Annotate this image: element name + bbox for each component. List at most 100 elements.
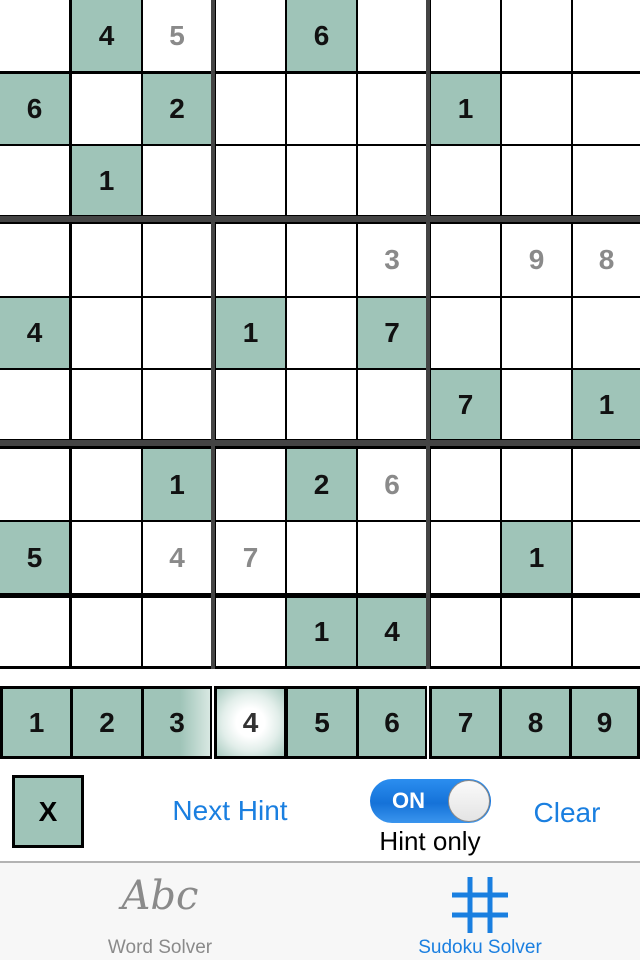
grid-cell-r6c2[interactable] — [72, 370, 141, 439]
abc-icon: Abc — [121, 873, 199, 919]
grid-cell-r2c5[interactable] — [287, 74, 356, 144]
grid-cell-r9c9[interactable] — [573, 598, 640, 666]
grid-cell-r7c9[interactable] — [573, 449, 640, 520]
grid-cell-r2c9[interactable] — [573, 74, 640, 144]
grid-cell-r7c4[interactable] — [216, 449, 285, 520]
grid-cell-r8c2[interactable] — [72, 522, 141, 593]
grid-cell-r3c7[interactable] — [431, 146, 500, 215]
number-key-5[interactable]: 5 — [288, 689, 356, 756]
number-key-9[interactable]: 9 — [572, 689, 637, 756]
grid-cell-r6c4[interactable] — [216, 370, 285, 439]
grid-cell-r8c1[interactable]: 5 — [0, 522, 69, 593]
grid-cell-r2c3[interactable]: 2 — [143, 74, 211, 144]
grid-cell-r6c7[interactable]: 7 — [431, 370, 500, 439]
next-hint-button[interactable]: Next Hint — [160, 790, 300, 832]
grid-cell-r7c5[interactable]: 2 — [287, 449, 356, 520]
grid-cell-r2c6[interactable] — [358, 74, 426, 144]
grid-cell-r3c6[interactable] — [358, 146, 426, 215]
grid-cell-r5c4[interactable]: 1 — [216, 298, 285, 368]
grid-cell-r4c5[interactable] — [287, 224, 356, 296]
grid-cell-r4c3[interactable] — [143, 224, 211, 296]
grid-cell-r4c1[interactable] — [0, 224, 69, 296]
grid-cell-r5c9[interactable] — [573, 298, 640, 368]
grid-cell-r1c7[interactable] — [431, 0, 500, 71]
grid-cell-r1c4[interactable] — [216, 0, 285, 71]
grid-cell-r3c4[interactable] — [216, 146, 285, 215]
box-divider — [0, 216, 640, 222]
grid-cell-r2c7[interactable]: 1 — [431, 74, 500, 144]
grid-cell-r5c8[interactable] — [502, 298, 571, 368]
grid-cell-r9c7[interactable] — [431, 598, 500, 666]
grid-cell-r2c2[interactable] — [72, 74, 141, 144]
grid-cell-r9c8[interactable] — [502, 598, 571, 666]
grid-cell-r9c6[interactable]: 4 — [358, 598, 426, 666]
grid-cell-r9c4[interactable] — [216, 598, 285, 666]
grid-cell-r8c4[interactable]: 7 — [216, 522, 285, 593]
grid-cell-r3c5[interactable] — [287, 146, 356, 215]
grid-cell-r6c5[interactable] — [287, 370, 356, 439]
erase-button-label: X — [38, 795, 58, 827]
grid-cell-r7c3[interactable]: 1 — [143, 449, 211, 520]
grid-cell-r8c9[interactable] — [573, 522, 640, 593]
number-key-3[interactable]: 3 — [144, 689, 210, 756]
grid-cell-r8c5[interactable] — [287, 522, 356, 593]
hint-only-toggle[interactable]: ON — [370, 779, 491, 823]
number-key-8[interactable]: 8 — [502, 689, 569, 756]
number-key-4[interactable]: 4 — [217, 689, 284, 756]
grid-cell-r3c3[interactable] — [143, 146, 211, 215]
grid-cell-r1c1[interactable] — [0, 0, 69, 71]
grid-cell-r1c9[interactable] — [573, 0, 640, 71]
grid-cell-r5c6[interactable]: 7 — [358, 298, 426, 368]
grid-cell-r2c4[interactable] — [216, 74, 285, 144]
grid-cell-r6c3[interactable] — [143, 370, 211, 439]
grid-cell-r5c2[interactable] — [72, 298, 141, 368]
number-key-2[interactable]: 2 — [73, 689, 141, 756]
number-pad: 123456789 — [0, 686, 640, 759]
grid-cell-r7c7[interactable] — [431, 449, 500, 520]
grid-cell-r6c1[interactable] — [0, 370, 69, 439]
grid-cell-r7c8[interactable] — [502, 449, 571, 520]
hash-grid-icon — [452, 877, 508, 933]
grid-cell-r8c3[interactable]: 4 — [143, 522, 211, 593]
clear-button[interactable]: Clear — [522, 792, 612, 834]
grid-cell-r5c7[interactable] — [431, 298, 500, 368]
grid-cell-r4c7[interactable] — [431, 224, 500, 296]
grid-cell-r3c1[interactable] — [0, 146, 69, 215]
number-key-6[interactable]: 6 — [359, 689, 425, 756]
grid-cell-r1c6[interactable] — [358, 0, 426, 71]
grid-cell-r3c9[interactable] — [573, 146, 640, 215]
grid-cell-r4c9[interactable]: 8 — [573, 224, 640, 296]
number-key-7[interactable]: 7 — [432, 689, 499, 756]
grid-cell-r6c8[interactable] — [502, 370, 571, 439]
grid-cell-r9c2[interactable] — [72, 598, 141, 666]
grid-cell-r4c6[interactable]: 3 — [358, 224, 426, 296]
grid-cell-r3c8[interactable] — [502, 146, 571, 215]
grid-cell-r5c5[interactable] — [287, 298, 356, 368]
grid-cell-r1c3[interactable]: 5 — [143, 0, 211, 71]
grid-cell-r9c1[interactable] — [0, 598, 69, 666]
grid-cell-r9c5[interactable]: 1 — [287, 598, 356, 666]
number-key-1[interactable]: 1 — [3, 689, 70, 756]
grid-cell-r2c8[interactable] — [502, 74, 571, 144]
grid-cell-r8c7[interactable] — [431, 522, 500, 593]
grid-cell-r4c4[interactable] — [216, 224, 285, 296]
grid-cell-r1c2[interactable]: 4 — [72, 0, 141, 71]
grid-cell-r6c6[interactable] — [358, 370, 426, 439]
grid-cell-r6c9[interactable]: 1 — [573, 370, 640, 439]
grid-cell-r7c2[interactable] — [72, 449, 141, 520]
grid-cell-r5c3[interactable] — [143, 298, 211, 368]
tab-word-solver[interactable]: Abc Word Solver — [0, 863, 320, 960]
grid-cell-r4c8[interactable]: 9 — [502, 224, 571, 296]
grid-cell-r3c2[interactable]: 1 — [72, 146, 141, 215]
grid-cell-r7c1[interactable] — [0, 449, 69, 520]
grid-cell-r2c1[interactable]: 6 — [0, 74, 69, 144]
grid-cell-r8c8[interactable]: 1 — [502, 522, 571, 593]
grid-cell-r8c6[interactable] — [358, 522, 426, 593]
grid-cell-r9c3[interactable] — [143, 598, 211, 666]
grid-cell-r4c2[interactable] — [72, 224, 141, 296]
grid-cell-r1c5[interactable]: 6 — [287, 0, 356, 71]
grid-cell-r7c6[interactable]: 6 — [358, 449, 426, 520]
grid-cell-r5c1[interactable]: 4 — [0, 298, 69, 368]
erase-button[interactable]: X — [12, 775, 84, 848]
grid-cell-r1c8[interactable] — [502, 0, 571, 71]
